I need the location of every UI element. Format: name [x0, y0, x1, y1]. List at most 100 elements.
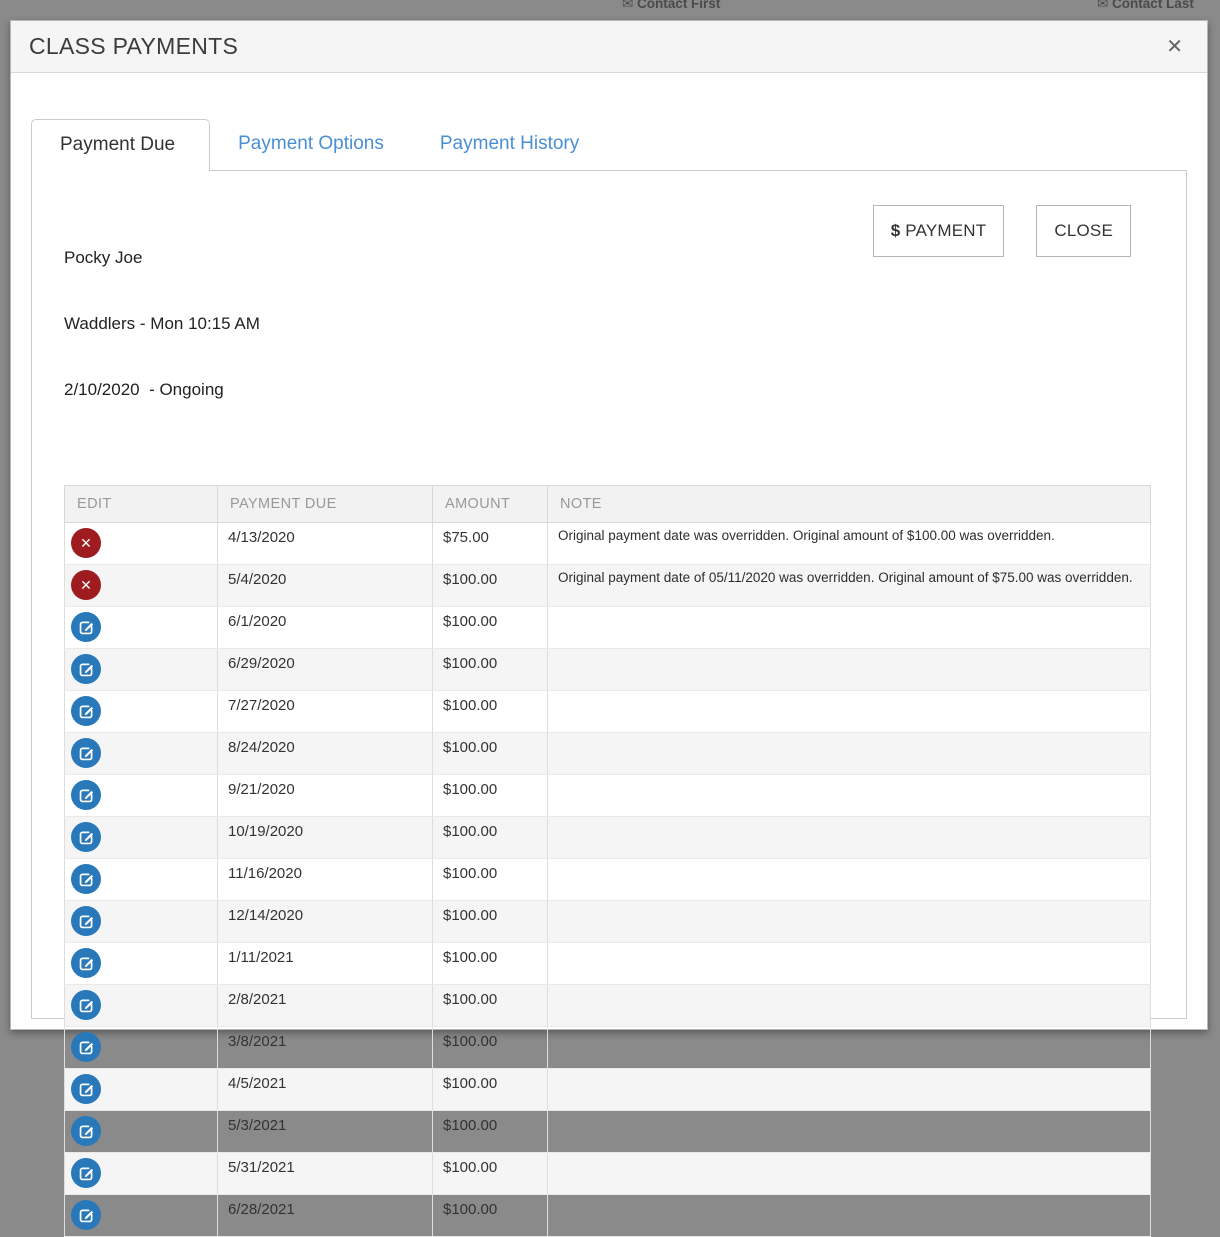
payment-note [548, 1111, 1151, 1153]
payment-amount: $100.00 [433, 775, 548, 817]
payment-note [548, 1027, 1151, 1069]
edit-cell [65, 733, 218, 775]
class-info-block: Pocky Joe Waddlers - Mon 10:15 AM 2/10/2… [64, 203, 260, 445]
payment-amount: $100.00 [433, 1027, 548, 1069]
edit-pencil-square-icon[interactable] [71, 780, 101, 810]
payment-amount: $100.00 [433, 1153, 548, 1195]
payment-amount: $100.00 [433, 859, 548, 901]
column-header-amount: AMOUNT [433, 486, 548, 523]
payment-amount: $100.00 [433, 985, 548, 1027]
edit-cell [65, 1153, 218, 1195]
tab-payment-options[interactable]: Payment Options [210, 119, 412, 170]
x-glyph: ✕ [80, 578, 92, 592]
edit-cell [65, 901, 218, 943]
edit-pencil-square-icon[interactable] [71, 1158, 101, 1188]
payment-due-date: 1/11/2021 [218, 943, 433, 985]
payment-note [548, 775, 1151, 817]
tab-bar: Payment Due Payment Options Payment Hist… [31, 119, 1187, 170]
payment-button[interactable]: $ PAYMENT [873, 205, 1005, 257]
payment-due-date: 9/21/2020 [218, 775, 433, 817]
tab-payment-history[interactable]: Payment History [412, 119, 607, 170]
close-x-icon[interactable]: ✕ [1166, 37, 1183, 57]
dollar-sign-icon: $ [891, 221, 901, 240]
payment-due-date: 8/24/2020 [218, 733, 433, 775]
payment-note [548, 859, 1151, 901]
payment-note [548, 901, 1151, 943]
payment-row: 8/24/2020 $100.00 [65, 733, 1151, 775]
edit-cell: ✕ [65, 565, 218, 607]
payment-note [548, 1069, 1151, 1111]
class-schedule: Waddlers - Mon 10:15 AM [64, 313, 260, 335]
edit-pencil-square-icon[interactable] [71, 612, 101, 642]
payment-note [548, 943, 1151, 985]
payment-note [548, 691, 1151, 733]
payment-row: 12/14/2020 $100.00 [65, 901, 1151, 943]
payment-note [548, 649, 1151, 691]
payment-note [548, 1195, 1151, 1237]
payment-button-label: PAYMENT [905, 221, 986, 240]
edit-cell [65, 607, 218, 649]
edit-pencil-square-icon[interactable] [71, 990, 101, 1020]
panel-top: Pocky Joe Waddlers - Mon 10:15 AM 2/10/2… [64, 203, 1151, 445]
payment-row: 1/11/2021 $100.00 [65, 943, 1151, 985]
payment-amount: $100.00 [433, 733, 548, 775]
payment-row: 11/16/2020 $100.00 [65, 859, 1151, 901]
delete-circle-icon[interactable]: ✕ [71, 528, 101, 558]
background-contact-last-label: ✉ Contact Last [1097, 0, 1194, 12]
edit-cell: ✕ [65, 523, 218, 565]
payment-amount: $100.00 [433, 1111, 548, 1153]
edit-pencil-square-icon[interactable] [71, 822, 101, 852]
edit-pencil-square-icon[interactable] [71, 948, 101, 978]
edit-cell [65, 1027, 218, 1069]
edit-pencil-square-icon[interactable] [71, 1032, 101, 1062]
payment-note: Original payment date of 05/11/2020 was … [548, 565, 1151, 607]
edit-cell [65, 1069, 218, 1111]
column-header-note: NOTE [548, 486, 1151, 523]
payment-amount: $100.00 [433, 691, 548, 733]
modal-title: CLASS PAYMENTS [29, 33, 238, 60]
payment-row: 10/19/2020 $100.00 [65, 817, 1151, 859]
edit-cell [65, 775, 218, 817]
payment-row: 6/28/2021 $100.00 [65, 1195, 1151, 1237]
payment-due-date: 6/1/2020 [218, 607, 433, 649]
payment-due-date: 10/19/2020 [218, 817, 433, 859]
payment-amount: $100.00 [433, 565, 548, 607]
tab-payment-due[interactable]: Payment Due [31, 119, 210, 171]
payment-row: 6/1/2020 $100.00 [65, 607, 1151, 649]
payment-due-date: 6/29/2020 [218, 649, 433, 691]
payment-row: 7/27/2020 $100.00 [65, 691, 1151, 733]
payment-row: 2/8/2021 $100.00 [65, 985, 1151, 1027]
close-button[interactable]: CLOSE [1036, 205, 1131, 257]
payment-due-date: 5/3/2021 [218, 1111, 433, 1153]
modal-body: Payment Due Payment Options Payment Hist… [11, 73, 1207, 1029]
class-date-range: 2/10/2020 - Ongoing [64, 379, 260, 401]
x-glyph: ✕ [80, 536, 92, 550]
payment-amount: $100.00 [433, 901, 548, 943]
edit-pencil-square-icon[interactable] [71, 864, 101, 894]
payment-due-date: 3/8/2021 [218, 1027, 433, 1069]
payment-row: 4/5/2021 $100.00 [65, 1069, 1151, 1111]
edit-pencil-square-icon[interactable] [71, 696, 101, 726]
payment-amount: $100.00 [433, 943, 548, 985]
edit-cell [65, 943, 218, 985]
edit-cell [65, 649, 218, 691]
payment-amount: $100.00 [433, 1195, 548, 1237]
edit-cell [65, 817, 218, 859]
edit-pencil-square-icon[interactable] [71, 654, 101, 684]
edit-pencil-square-icon[interactable] [71, 1200, 101, 1230]
payment-due-date: 4/13/2020 [218, 523, 433, 565]
edit-pencil-square-icon[interactable] [71, 906, 101, 936]
payment-row: ✕ 5/4/2020 $100.00 Original payment date… [65, 565, 1151, 607]
payment-due-panel: Pocky Joe Waddlers - Mon 10:15 AM 2/10/2… [31, 170, 1187, 1019]
payment-due-date: 5/4/2020 [218, 565, 433, 607]
edit-pencil-square-icon[interactable] [71, 1074, 101, 1104]
edit-pencil-square-icon[interactable] [71, 1116, 101, 1146]
modal-header: CLASS PAYMENTS ✕ [11, 21, 1207, 73]
delete-circle-icon[interactable]: ✕ [71, 570, 101, 600]
column-header-payment-due: PAYMENT DUE [218, 486, 433, 523]
background-page-strip: ✉ Contact First ✉ Contact Last [0, 0, 1220, 20]
payment-due-date: 2/8/2021 [218, 985, 433, 1027]
edit-pencil-square-icon[interactable] [71, 738, 101, 768]
payment-table-body: ✕ 4/13/2020 $75.00 Original payment date… [65, 523, 1151, 1237]
payment-row: 5/31/2021 $100.00 [65, 1153, 1151, 1195]
